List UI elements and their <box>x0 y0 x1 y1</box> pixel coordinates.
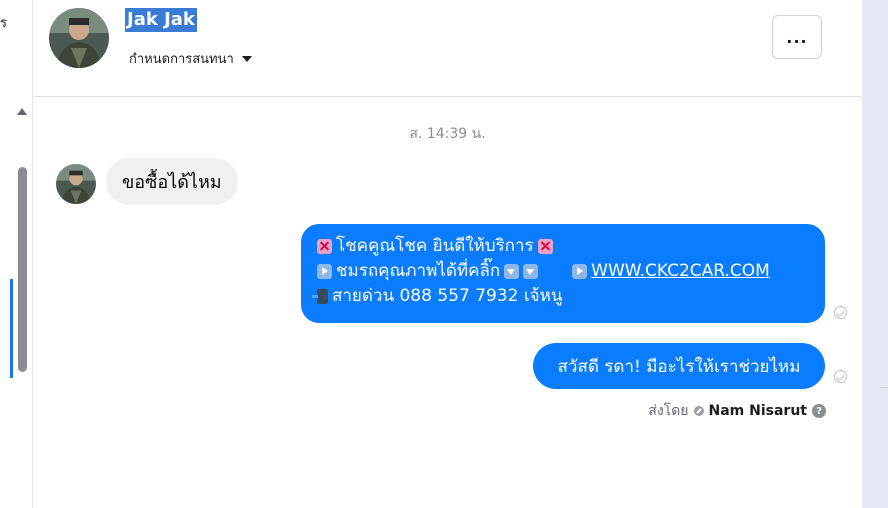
scrollbar[interactable] <box>16 122 29 372</box>
conversation-assign-dropdown[interactable]: กำหนดการสนทนา <box>129 48 252 69</box>
scrollbar-thumb[interactable] <box>18 167 27 372</box>
active-indicator <box>10 279 13 378</box>
message-line-text: ชมรถคุณภาพได้ที่คลิ๊ก <box>336 261 501 281</box>
avatar[interactable] <box>49 8 109 68</box>
website-link[interactable]: WWW.CKC2CAR.COM <box>591 259 770 284</box>
incoming-message[interactable]: ขอซื้อได้ไหม <box>106 158 238 205</box>
cross-emoji-icon <box>317 239 332 254</box>
message-line: สายด่วน 088 557 7932 เจ้หนู <box>312 284 809 309</box>
left-panel-edge: ร <box>0 0 33 508</box>
cross-emoji-icon <box>537 239 553 254</box>
left-panel-text: ร <box>0 16 7 31</box>
down-arrow-emoji-icon <box>504 264 520 279</box>
divider <box>880 387 888 388</box>
verified-icon <box>693 406 704 416</box>
conversation-header: Jak Jak กำหนดการสนทนา ... <box>34 0 861 97</box>
down-arrow-emoji-icon <box>523 264 539 279</box>
message-line: โชคคูณโชค ยินดีให้บริการ <box>317 234 809 259</box>
phone-emoji-icon <box>312 289 328 304</box>
seen-icon <box>834 306 847 319</box>
message-timestamp: ส. 14:39 น. <box>409 126 486 142</box>
sent-by-label: ส่งโดย <box>648 403 689 419</box>
message-line: ชมรถคุณภาพได้ที่คลิ๊ก WWW.CKC2CAR.COM <box>317 259 809 284</box>
more-options-button[interactable]: ... <box>772 15 822 59</box>
messenger-window: ร Jak Jak กำหนดการสนทนา ... ส. 14:39 น. … <box>0 0 888 508</box>
message-line-text: สายด่วน 088 557 7932 เจ้หนู <box>332 286 563 306</box>
incoming-message-text: ขอซื้อได้ไหม <box>122 172 222 193</box>
assign-label: กำหนดการสนทนา <box>129 52 234 67</box>
avatar[interactable] <box>56 164 96 204</box>
seen-icon <box>834 370 847 383</box>
message-line-text: โชคคูณโชค ยินดีให้บริการ <box>336 236 534 256</box>
outgoing-message[interactable]: สวัสดี รดา! มีอะไรให้เราช่วยไหม <box>533 343 825 389</box>
play-emoji-icon <box>572 264 588 279</box>
sent-by-info: ส่งโดย Nam Nisarut ? <box>500 400 826 422</box>
right-panel-edge <box>862 0 888 508</box>
conversation-title[interactable]: Jak Jak <box>125 8 197 32</box>
scroll-up-icon[interactable] <box>17 108 27 115</box>
caret-down-icon <box>241 55 252 62</box>
sender-name: Nam Nisarut <box>708 403 808 419</box>
play-emoji-icon <box>317 264 332 279</box>
outgoing-message[interactable]: โชคคูณโชค ยินดีให้บริการ ชมรถคุณภาพได้ที… <box>301 224 825 323</box>
more-icon: ... <box>786 27 808 47</box>
outgoing-message-text: สวัสดี รดา! มีอะไรให้เราช่วยไหม <box>557 356 801 377</box>
help-icon[interactable]: ? <box>812 404 826 418</box>
